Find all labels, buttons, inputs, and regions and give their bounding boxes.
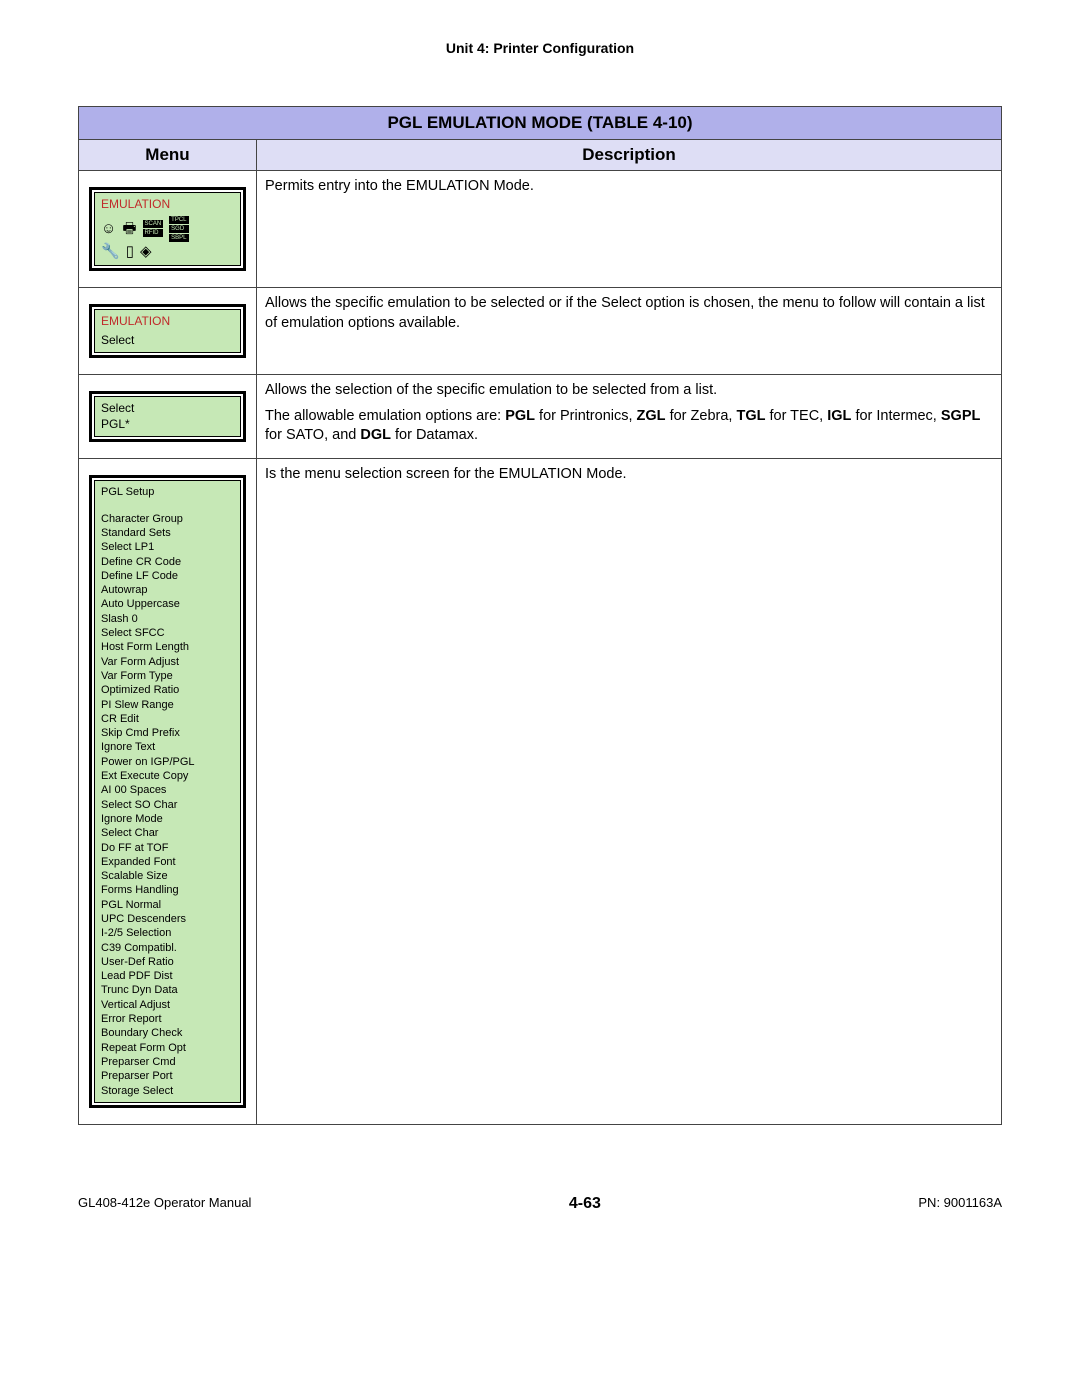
desc-cell: Allows the selection of the specific emu… xyxy=(257,375,1002,459)
footer-left: GL408-412e Operator Manual xyxy=(78,1195,251,1213)
lcd-icon-row: 🔧 ▯ ◈ xyxy=(101,244,234,259)
lcd-list-item: Boundary Check xyxy=(101,1026,234,1040)
table-row: Select PGL* Allows the selection of the … xyxy=(79,375,1002,459)
lcd-list-item: Var Form Type xyxy=(101,669,234,683)
lcd-list-item: Storage Select xyxy=(101,1084,234,1098)
desc-text: Allows the specific emulation to be sele… xyxy=(265,294,993,333)
lcd-list-item: Auto Uppercase xyxy=(101,597,234,611)
lcd-list-item: Host Form Length xyxy=(101,640,234,654)
page: Unit 4: Printer Configuration PGL EMULAT… xyxy=(0,0,1080,1243)
lcd-list-item: AI 00 Spaces xyxy=(101,783,234,797)
mini-labels-col: TPCL SGD SBPL xyxy=(169,216,188,242)
lcd-list-item: Skip Cmd Prefix xyxy=(101,726,234,740)
document-icon: ▯ xyxy=(126,244,134,259)
lcd-emulation-icons: EMULATION ☺ 🖶 SCAN RFID TPCL SGD SBPL xyxy=(94,192,241,266)
printer-icon: 🖶 xyxy=(122,221,136,236)
lcd-list-item: Scalable Size xyxy=(101,869,234,883)
lcd-heading: EMULATION xyxy=(101,197,234,213)
lcd-list-item: Autowrap xyxy=(101,583,234,597)
desc-cell: Is the menu selection screen for the EMU… xyxy=(257,459,1002,1124)
desc-rich: The allowable emulation options are: PGL… xyxy=(265,407,993,446)
col-header-menu: Menu xyxy=(79,140,257,171)
menu-cell: Select PGL* xyxy=(79,375,257,459)
lcd-list-item: Define CR Code xyxy=(101,555,234,569)
lcd-list-item: Trunc Dyn Data xyxy=(101,983,234,997)
table-row: EMULATION ☺ 🖶 SCAN RFID TPCL SGD SBPL xyxy=(79,171,1002,288)
mini-labels-col: SCAN RFID xyxy=(143,220,164,237)
lcd-list-item: Ignore Mode xyxy=(101,812,234,826)
lcd-list-item: Slash 0 xyxy=(101,612,234,626)
lcd-heading: EMULATION xyxy=(101,314,234,330)
desc-cell: Allows the specific emulation to be sele… xyxy=(257,288,1002,375)
table-row: EMULATION Select Allows the specific emu… xyxy=(79,288,1002,375)
lcd-list-item: Ext Execute Copy xyxy=(101,769,234,783)
lcd-list: Character GroupStandard SetsSelect LP1De… xyxy=(101,512,234,1098)
lcd-list-item: Select SO Char xyxy=(101,798,234,812)
lcd-list-item: User-Def Ratio xyxy=(101,955,234,969)
menu-cell: EMULATION Select xyxy=(79,288,257,375)
label-rfid: RFID xyxy=(143,229,164,237)
lcd-list-item: Select SFCC xyxy=(101,626,234,640)
lcd-list-item: Forms Handling xyxy=(101,883,234,897)
lcd-list-item: Error Report xyxy=(101,1012,234,1026)
lcd-line: Select xyxy=(101,333,234,349)
lcd-list-item: Repeat Form Opt xyxy=(101,1041,234,1055)
footer-right: PN: 9001163A xyxy=(918,1195,1002,1213)
table-title: PGL EMULATION MODE (TABLE 4-10) xyxy=(79,107,1002,140)
lcd-line: Select xyxy=(101,401,234,417)
label-sbpl: SBPL xyxy=(169,234,188,242)
desc-text: Allows the selection of the specific emu… xyxy=(265,381,993,401)
lcd-list-item: Select LP1 xyxy=(101,540,234,554)
lcd-list-item: PI Slew Range xyxy=(101,698,234,712)
lcd-list-item: Character Group xyxy=(101,512,234,526)
lcd-list-item: Standard Sets xyxy=(101,526,234,540)
lcd-list-item: Optimized Ratio xyxy=(101,683,234,697)
lcd-list-item: CR Edit xyxy=(101,712,234,726)
unit-title: Unit 4: Printer Configuration xyxy=(78,40,1002,56)
wrench-icon: 🔧 xyxy=(101,244,120,259)
table-row: PGL Setup Character GroupStandard SetsSe… xyxy=(79,459,1002,1124)
footer-center: 4-63 xyxy=(569,1195,601,1213)
lcd-list-heading: PGL Setup xyxy=(101,485,234,499)
col-header-desc: Description xyxy=(257,140,1002,171)
lcd-list-item: Preparser Port xyxy=(101,1069,234,1083)
label-sgd: SGD xyxy=(169,225,188,233)
lcd-list-item: Power on IGP/PGL xyxy=(101,755,234,769)
lcd-list-item: Select Char xyxy=(101,826,234,840)
lcd-list-item: Expanded Font xyxy=(101,855,234,869)
page-footer: GL408-412e Operator Manual 4-63 PN: 9001… xyxy=(78,1195,1002,1213)
lcd-list-item: Do FF at TOF xyxy=(101,841,234,855)
lcd-list-item: Ignore Text xyxy=(101,740,234,754)
lcd-line: PGL* xyxy=(101,417,234,433)
lcd-list-item: UPC Descenders xyxy=(101,912,234,926)
lcd-list-item: C39 Compatibl. xyxy=(101,941,234,955)
label-scan: SCAN xyxy=(143,220,164,228)
desc-text: Is the menu selection screen for the EMU… xyxy=(265,465,993,485)
label-tpcl: TPCL xyxy=(169,216,188,224)
desc-text: Permits entry into the EMULATION Mode. xyxy=(265,177,993,197)
menu-cell: EMULATION ☺ 🖶 SCAN RFID TPCL SGD SBPL xyxy=(79,171,257,288)
lcd-list-item: Vertical Adjust xyxy=(101,998,234,1012)
lcd-list-item: Preparser Cmd xyxy=(101,1055,234,1069)
lcd-list-item: I-2/5 Selection xyxy=(101,926,234,940)
menu-cell: PGL Setup Character GroupStandard SetsSe… xyxy=(79,459,257,1124)
lcd-list-item: Lead PDF Dist xyxy=(101,969,234,983)
desc-cell: Permits entry into the EMULATION Mode. xyxy=(257,171,1002,288)
lcd-list-item: PGL Normal xyxy=(101,898,234,912)
emulation-table: PGL EMULATION MODE (TABLE 4-10) Menu Des… xyxy=(78,106,1002,1125)
diag-icon: ◈ xyxy=(140,244,152,259)
lcd-list-item: Var Form Adjust xyxy=(101,655,234,669)
lcd-emulation-select: EMULATION Select xyxy=(94,309,241,353)
lcd-icon-row: ☺ 🖶 SCAN RFID TPCL SGD SBPL xyxy=(101,216,234,242)
person-icon: ☺ xyxy=(101,221,116,236)
lcd-pgl-setup-list: PGL Setup Character GroupStandard SetsSe… xyxy=(94,480,241,1102)
lcd-select-pgl: Select PGL* xyxy=(94,396,241,437)
lcd-list-item: Define LF Code xyxy=(101,569,234,583)
